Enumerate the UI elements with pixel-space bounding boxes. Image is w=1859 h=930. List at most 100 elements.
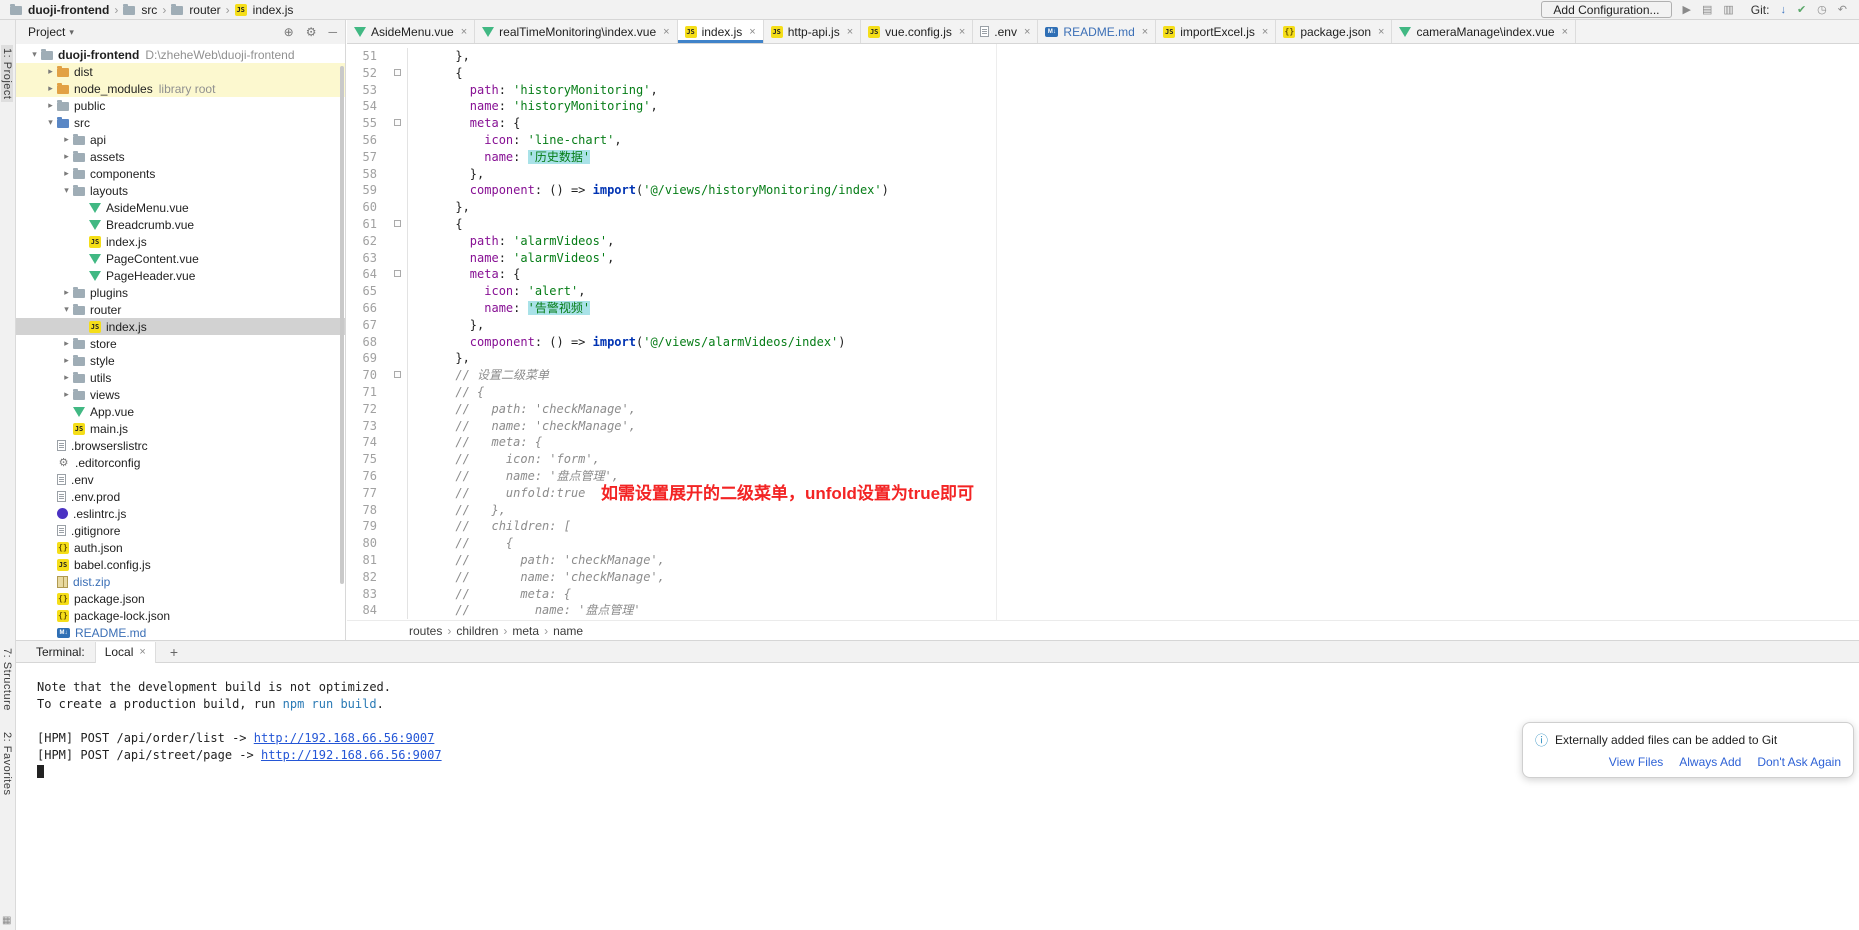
line-number[interactable]: 69 <box>347 350 377 367</box>
close-icon[interactable]: × <box>461 26 467 38</box>
tree-item-package-lock-json[interactable]: {}package-lock.json <box>16 607 345 624</box>
fold-icon[interactable] <box>394 69 401 76</box>
tree-item-pageheader-vue[interactable]: PageHeader.vue <box>16 267 345 284</box>
chevron-collapsed-icon[interactable]: ▸ <box>60 151 73 162</box>
tool-window-button-structure[interactable]: 7: Structure <box>1 648 13 711</box>
tree-item-index-js[interactable]: JSindex.js <box>16 318 345 335</box>
line-number[interactable]: 81 <box>347 552 377 569</box>
line-number[interactable]: 55 <box>347 115 377 132</box>
tree-item--env[interactable]: .env <box>16 471 345 488</box>
line-number[interactable]: 77 <box>347 485 377 502</box>
line-number[interactable]: 79 <box>347 518 377 535</box>
breadcrumb-item-duoji-frontend[interactable]: duoji-frontend <box>10 3 109 17</box>
tree-item-breadcrumb-vue[interactable]: Breadcrumb.vue <box>16 216 345 233</box>
close-icon[interactable]: × <box>847 26 853 38</box>
tree-item-package-json[interactable]: {}package.json <box>16 590 345 607</box>
tree-item-babel-config-js[interactable]: JSbabel.config.js <box>16 556 345 573</box>
fold-icon[interactable] <box>394 270 401 277</box>
git-update-icon[interactable]: ↓ <box>1780 4 1786 16</box>
tree-item-components[interactable]: ▸components <box>16 165 345 182</box>
chevron-collapsed-icon[interactable]: ▸ <box>60 134 73 145</box>
git-history-icon[interactable]: ◷ <box>1817 3 1827 16</box>
close-icon[interactable]: × <box>1142 26 1148 38</box>
line-number[interactable]: 76 <box>347 468 377 485</box>
tree-item-public[interactable]: ▸public <box>16 97 345 114</box>
notification-action-view-files[interactable]: View Files <box>1609 755 1663 769</box>
add-configuration-button[interactable]: Add Configuration... <box>1541 1 1671 18</box>
tree-item-app-vue[interactable]: App.vue <box>16 403 345 420</box>
breadcrumb-item-src[interactable]: src <box>123 3 157 17</box>
line-number[interactable]: 73 <box>347 418 377 435</box>
tree-item-main-js[interactable]: JSmain.js <box>16 420 345 437</box>
line-number[interactable]: 65 <box>347 283 377 300</box>
close-icon[interactable]: × <box>1378 26 1384 38</box>
tree-item-utils[interactable]: ▸utils <box>16 369 345 386</box>
tree-item-asidemenu-vue[interactable]: AsideMenu.vue <box>16 199 345 216</box>
breadcrumb-item-routes[interactable]: routes <box>409 624 442 638</box>
tree-item-readme-md[interactable]: M↓README.md <box>16 624 345 640</box>
tab-readme-md[interactable]: M↓README.md× <box>1038 20 1156 43</box>
line-number[interactable]: 75 <box>347 451 377 468</box>
tab-realtimemonitoring-index-vue[interactable]: realTimeMonitoring\index.vue× <box>475 20 677 43</box>
tree-item-api[interactable]: ▸api <box>16 131 345 148</box>
project-scrollbar[interactable] <box>340 66 344 584</box>
line-number[interactable]: 70 <box>347 367 377 384</box>
fold-icon[interactable] <box>394 220 401 227</box>
close-icon[interactable]: × <box>1262 26 1268 38</box>
line-number[interactable]: 52 <box>347 65 377 82</box>
tree-item-style[interactable]: ▸style <box>16 352 345 369</box>
hide-panel-icon[interactable]: ─ <box>328 25 337 39</box>
tree-item-pagecontent-vue[interactable]: PageContent.vue <box>16 250 345 267</box>
tree-item--env-prod[interactable]: .env.prod <box>16 488 345 505</box>
tree-item-auth-json[interactable]: {}auth.json <box>16 539 345 556</box>
tool-window-button-project[interactable]: 1: Project <box>1 45 13 102</box>
tree-item-duoji-frontend[interactable]: ▾duoji-frontendD:\zheheWeb\duoji-fronten… <box>16 46 345 63</box>
chevron-collapsed-icon[interactable]: ▸ <box>44 100 57 111</box>
tree-item-store[interactable]: ▸store <box>16 335 345 352</box>
line-number[interactable]: 60 <box>347 199 377 216</box>
chevron-collapsed-icon[interactable]: ▸ <box>60 389 73 400</box>
git-revert-icon[interactable]: ↶ <box>1838 3 1847 16</box>
line-number[interactable]: 74 <box>347 434 377 451</box>
tree-item--editorconfig[interactable]: ⚙.editorconfig <box>16 454 345 471</box>
close-icon[interactable]: × <box>1024 26 1030 38</box>
line-number[interactable]: 72 <box>347 401 377 418</box>
tree-item-src[interactable]: ▾src <box>16 114 345 131</box>
line-number[interactable]: 84 <box>347 602 377 619</box>
tree-item--browserslistrc[interactable]: .browserslistrc <box>16 437 345 454</box>
close-icon[interactable]: × <box>1562 26 1568 38</box>
line-number[interactable]: 53 <box>347 82 377 99</box>
tab-index-js[interactable]: JSindex.js× <box>678 20 764 43</box>
tree-item-node-modules[interactable]: ▸node_moduleslibrary root <box>16 80 345 97</box>
line-number[interactable]: 78 <box>347 502 377 519</box>
tree-item-index-js[interactable]: JSindex.js <box>16 233 345 250</box>
line-number[interactable]: 63 <box>347 250 377 267</box>
chevron-expanded-icon[interactable]: ▾ <box>60 185 73 196</box>
code-area[interactable]: 51 },52 {53 path: 'historyMonitoring',54… <box>347 44 1859 620</box>
tree-item-plugins[interactable]: ▸plugins <box>16 284 345 301</box>
chevron-expanded-icon[interactable]: ▾ <box>28 49 41 60</box>
line-number[interactable]: 54 <box>347 98 377 115</box>
tree-item--gitignore[interactable]: .gitignore <box>16 522 345 539</box>
line-number[interactable]: 62 <box>347 233 377 250</box>
tab-package-json[interactable]: {}package.json× <box>1276 20 1392 43</box>
line-number[interactable]: 58 <box>347 166 377 183</box>
profiler-icon[interactable]: ▥ <box>1723 3 1733 16</box>
line-number[interactable]: 80 <box>347 535 377 552</box>
tree-item-assets[interactable]: ▸assets <box>16 148 345 165</box>
breadcrumb-item-router[interactable]: router <box>171 3 220 17</box>
gear-icon[interactable]: ⚙ <box>306 25 317 39</box>
line-number[interactable]: 57 <box>347 149 377 166</box>
breadcrumb-item-name[interactable]: name <box>553 624 583 638</box>
close-icon[interactable]: × <box>749 26 755 38</box>
tool-window-button-favorites[interactable]: 2: Favorites <box>1 732 13 795</box>
line-number[interactable]: 64 <box>347 266 377 283</box>
breadcrumb-item-index-js[interactable]: JSindex.js <box>235 3 294 17</box>
line-number[interactable]: 51 <box>347 48 377 65</box>
fold-icon[interactable] <box>394 371 401 378</box>
tree-item-dist-zip[interactable]: dist.zip <box>16 573 345 590</box>
line-number[interactable]: 59 <box>347 182 377 199</box>
notification-action-don-t-ask-again[interactable]: Don't Ask Again <box>1757 755 1841 769</box>
tool-window-switcher-icon[interactable]: ▦ <box>2 915 11 926</box>
tab-importexcel-js[interactable]: JSimportExcel.js× <box>1156 20 1276 43</box>
